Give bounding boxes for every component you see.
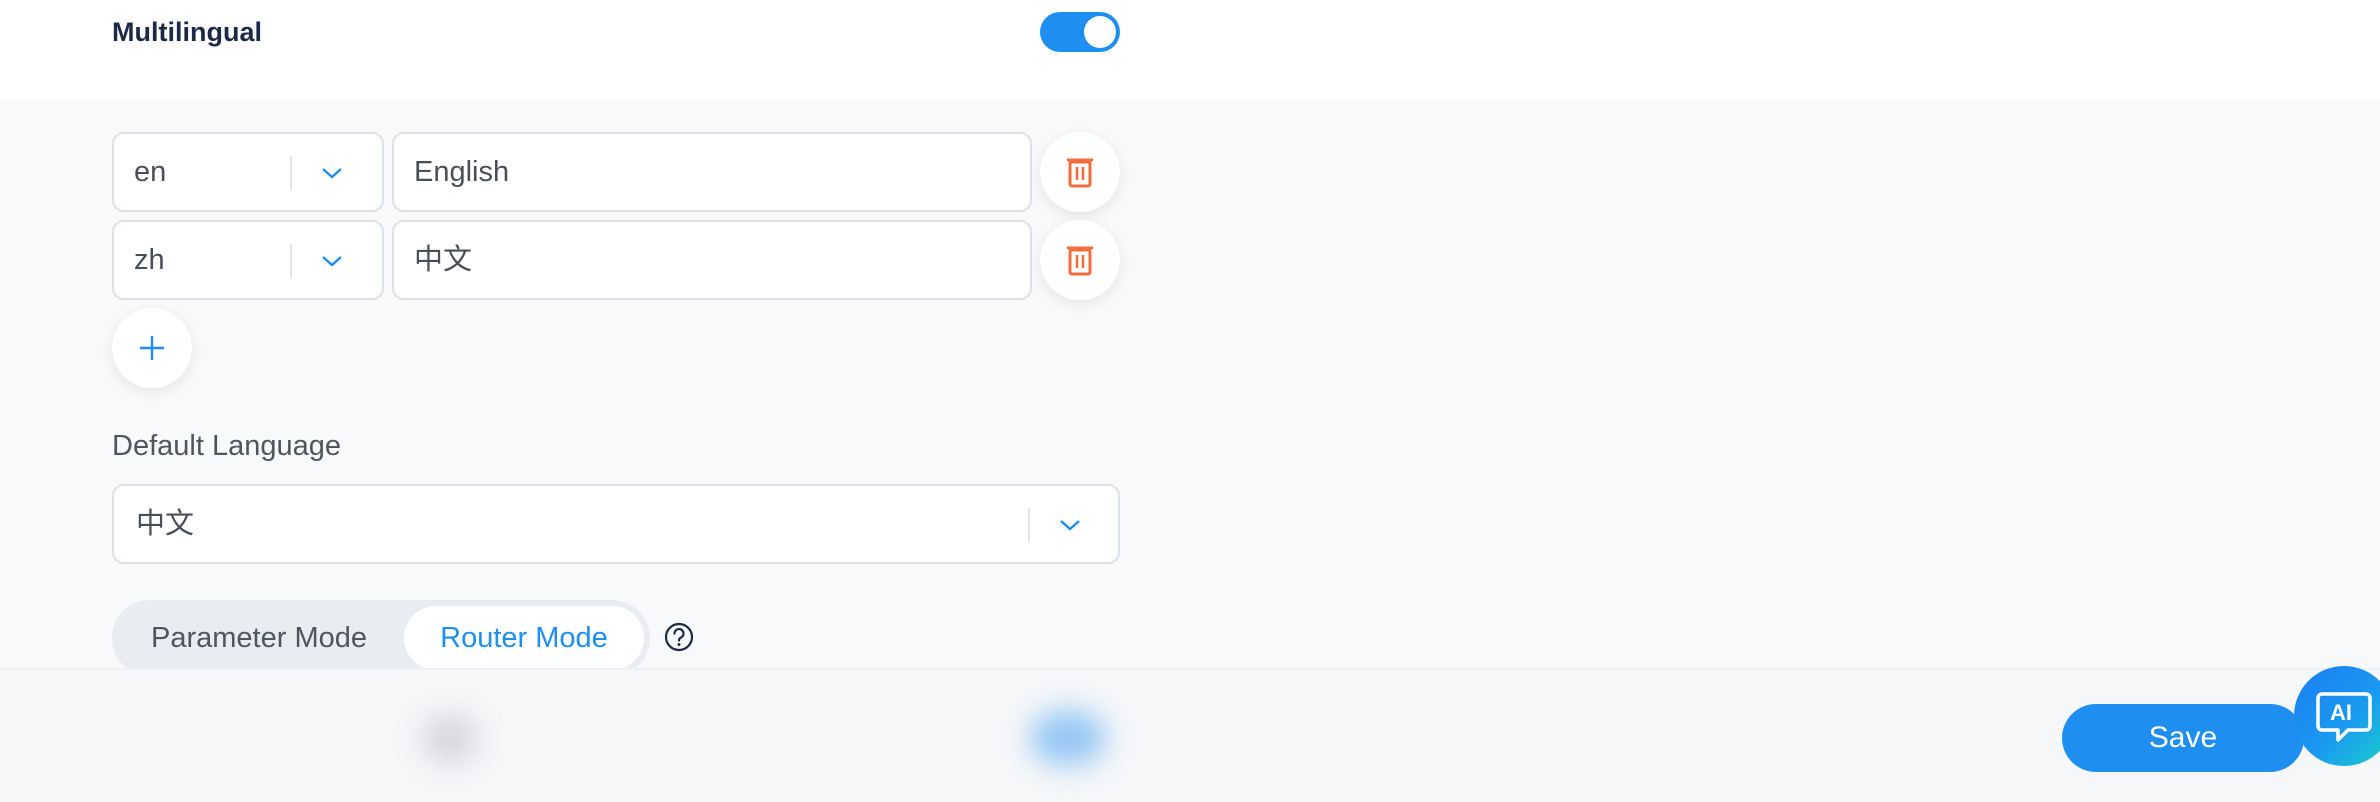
mode-segmented-control: Parameter Mode Router Mode (112, 600, 650, 676)
toggle-knob (1084, 16, 1116, 48)
default-language-select[interactable]: 中文 (112, 484, 1120, 564)
blurred-icon (1030, 710, 1106, 766)
language-code-value: zh (134, 244, 165, 276)
language-name-input[interactable]: 中文 (392, 220, 1032, 300)
language-name-input[interactable]: English (392, 132, 1032, 212)
select-divider (1028, 508, 1030, 542)
footer-bar (0, 668, 2380, 802)
default-language-label: Default Language (112, 430, 341, 462)
default-language-value: 中文 (136, 508, 195, 540)
trash-icon (1067, 158, 1093, 188)
add-language-button[interactable] (112, 308, 192, 388)
delete-language-button[interactable] (1040, 132, 1120, 212)
router-mode-option[interactable]: Router Mode (404, 606, 644, 670)
blurred-icon (422, 714, 478, 764)
select-divider (290, 244, 292, 278)
chevron-down-icon (322, 168, 342, 179)
trash-icon (1067, 246, 1093, 276)
language-code-value: en (134, 156, 167, 188)
multilingual-label: Multilingual (112, 17, 262, 47)
plus-icon (140, 336, 164, 360)
ai-label: AI (2330, 700, 2352, 725)
language-code-select[interactable]: zh (112, 220, 384, 300)
help-icon[interactable] (664, 622, 694, 652)
language-row: zh 中文 (112, 220, 1122, 300)
language-row: en English (112, 132, 1122, 212)
delete-language-button[interactable] (1040, 220, 1120, 300)
chevron-down-icon (322, 256, 342, 267)
multilingual-toggle[interactable] (1040, 12, 1120, 52)
select-divider (290, 156, 292, 190)
language-code-select[interactable]: en (112, 132, 384, 212)
parameter-mode-option[interactable]: Parameter Mode (118, 606, 400, 670)
chevron-down-icon (1060, 520, 1080, 531)
save-button[interactable]: Save (2062, 704, 2304, 772)
multilingual-section: Multilingual (0, 0, 2380, 100)
